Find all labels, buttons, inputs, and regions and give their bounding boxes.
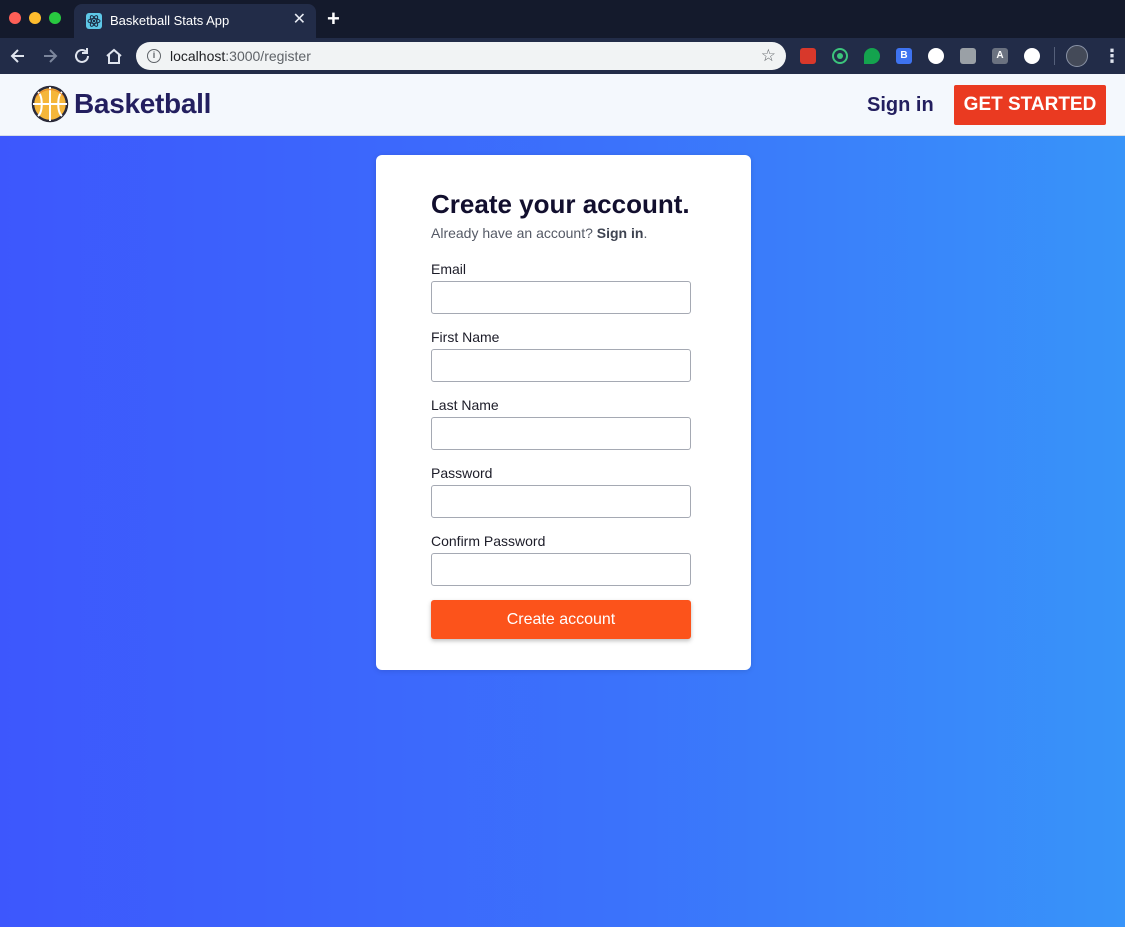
signin-prompt-link[interactable]: Sign in [597, 225, 644, 241]
site-info-icon[interactable]: i [147, 49, 161, 63]
forward-arrow-icon[interactable] [39, 45, 61, 67]
signin-prompt-suffix: . [643, 225, 648, 241]
browser-tab[interactable]: Basketball Stats App ✕ [74, 4, 316, 38]
extension-icon[interactable] [960, 48, 976, 64]
bookmark-star-icon[interactable]: ☆ [761, 46, 776, 66]
extension-icon[interactable] [832, 48, 848, 64]
toolbar-divider [1054, 47, 1055, 65]
profile-avatar[interactable] [1066, 45, 1088, 67]
first-name-label: First Name [431, 329, 500, 345]
back-arrow-icon[interactable] [7, 45, 29, 67]
confirm-password-label: Confirm Password [431, 533, 546, 549]
sign-in-link[interactable]: Sign in [867, 94, 934, 117]
address-bar[interactable]: i localhost:3000/register ☆ [136, 42, 786, 70]
react-favicon-icon [86, 13, 102, 29]
brand-name[interactable]: Basketball [74, 88, 211, 120]
url-host: localhost [170, 48, 226, 64]
signin-prompt: Already have an account? Sign in. [431, 225, 647, 241]
email-field[interactable] [431, 281, 691, 314]
extension-icon[interactable] [928, 48, 944, 64]
signin-prompt-text: Already have an account? [431, 225, 597, 241]
extension-icon[interactable]: A [992, 48, 1008, 64]
first-name-field[interactable] [431, 349, 691, 382]
browser-tab-bar: Basketball Stats App ✕ + [0, 0, 1125, 38]
minimize-window-button[interactable] [29, 12, 41, 24]
browser-menu-icon[interactable]: ⋮ [1103, 45, 1121, 67]
new-tab-button[interactable]: + [327, 8, 340, 30]
browser-toolbar: i localhost:3000/register ☆ B A ⋮ [0, 38, 1125, 74]
app-header: Basketball Sign in GET STARTED [0, 74, 1125, 136]
page-title: Create your account. [431, 189, 690, 219]
reload-icon[interactable] [71, 45, 93, 67]
last-name-label: Last Name [431, 397, 499, 413]
register-card: Create your account. Already have an acc… [376, 155, 751, 670]
tab-title: Basketball Stats App [110, 13, 230, 28]
last-name-field[interactable] [431, 417, 691, 450]
url-text[interactable]: localhost:3000/register [170, 48, 311, 64]
url-path: :3000/register [225, 48, 311, 64]
extension-icon[interactable] [1024, 48, 1040, 64]
extension-icon[interactable]: B [896, 48, 912, 64]
password-label: Password [431, 465, 493, 481]
confirm-password-field[interactable] [431, 553, 691, 586]
create-account-button[interactable]: Create account [431, 600, 691, 639]
close-window-button[interactable] [9, 12, 21, 24]
basketball-logo-icon[interactable] [31, 85, 69, 123]
maximize-window-button[interactable] [49, 12, 61, 24]
tab-close-icon[interactable]: ✕ [293, 10, 306, 30]
get-started-button[interactable]: GET STARTED [954, 85, 1106, 125]
extension-icon[interactable] [800, 48, 816, 64]
page-background: Create your account. Already have an acc… [0, 136, 1125, 927]
home-icon[interactable] [103, 45, 125, 67]
email-label: Email [431, 261, 467, 277]
extension-icon[interactable] [864, 48, 880, 64]
password-field[interactable] [431, 485, 691, 518]
